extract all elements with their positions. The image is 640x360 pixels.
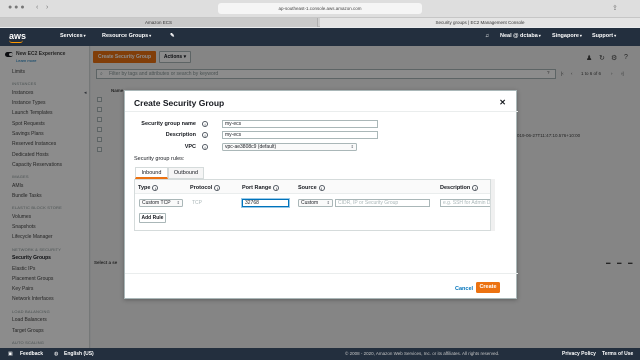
sg-name-label: Security group name [141,121,196,127]
support-menu[interactable]: Support▾ [592,33,616,39]
aws-top-nav: aws Services▾ Resource Groups▾ ✎ ♫ Neal … [0,28,640,46]
column-description-header: Description i [440,184,479,191]
forward-icon[interactable]: › [46,4,48,11]
feedback-link[interactable]: Feedback [20,351,43,357]
aws-smile-icon [9,40,23,43]
info-icon[interactable]: i [202,132,208,138]
select-arrows-icon: ⇕ [350,144,354,149]
info-icon[interactable]: i [318,185,325,191]
add-rule-button[interactable]: Add Rule [139,213,166,223]
region-menu[interactable]: Singapore▾ [552,33,582,39]
create-button[interactable]: Create [476,282,500,293]
bell-icon[interactable]: ♫ [485,33,489,39]
column-protocol-header: Protocol i [190,184,221,191]
tab-amazon-ecs[interactable]: Amazon ECS [0,18,318,27]
source-select[interactable]: Custom ⇕ [298,199,333,207]
description-input[interactable]: my-ecs [222,131,378,139]
sg-name-input[interactable]: my-ecs [222,120,378,128]
rule-protocol-value: TCP [192,200,202,206]
vpc-label: VPC [184,144,196,150]
column-type-header: Type i [138,184,159,191]
window-controls-icon[interactable]: ● ● ● [8,4,25,11]
browser-toolbar: ● ● ● ‹ › ap-southeast-1.console.aws.ama… [0,0,640,18]
info-icon[interactable]: i [202,121,208,127]
copyright-text: © 2008 - 2020, Amazon Web Services, Inc.… [345,351,500,356]
rules-label: Security group rules: [134,156,185,162]
divider [125,111,518,112]
tab-inbound[interactable]: Inbound [135,167,168,179]
dialog-title: Create Security Group [134,98,225,108]
back-icon[interactable]: ‹ [36,4,38,11]
port-range-input[interactable]: 32768 [242,199,289,207]
description-label: Description [165,132,196,138]
vpc-select[interactable]: vpc-ae3808c9 (default) ⇕ [222,143,357,151]
create-security-group-dialog: Create Security Group ✕ Security group n… [124,90,518,299]
column-source-header: Source i [298,184,325,191]
user-menu[interactable]: Neal @ dctaba▾ [500,33,541,39]
browser-tab-strip: Amazon ECS Security groups | EC2 Managem… [0,18,640,27]
resource-groups-menu[interactable]: Resource Groups▾ [102,33,151,39]
select-arrows-icon: ⇕ [326,200,330,205]
share-icon[interactable]: ⇪ [612,4,618,12]
language-selector[interactable]: English (US) [64,351,94,357]
cancel-button[interactable]: Cancel [455,286,473,292]
pin-icon[interactable]: ✎ [170,33,175,39]
globe-icon: ◍ [54,351,59,357]
rules-scrollbar[interactable] [491,179,495,231]
rules-table: Type i Protocol i Port Range i Source i Desc… [134,179,491,231]
rules-table-header: Type i Protocol i Port Range i Source i Desc… [135,180,490,194]
tab-outbound[interactable]: Outbound [168,167,204,179]
column-port-range-header: Port Range i [242,184,280,191]
info-icon[interactable]: i [214,185,221,191]
rule-type-select[interactable]: Custom TCP ⇕ [139,199,183,207]
close-icon[interactable]: ✕ [499,98,506,107]
rule-description-input[interactable]: e.g. SSH for Admin D [440,199,490,207]
info-icon[interactable]: i [472,185,479,191]
footer: ▣ Feedback ◍ English (US) © 2008 - 2020,… [0,348,640,360]
tab-security-groups[interactable]: Security groups | EC2 Management Console [320,18,640,27]
services-menu[interactable]: Services▾ [60,33,86,39]
terms-of-use-link[interactable]: Terms of Use [602,351,633,357]
privacy-policy-link[interactable]: Privacy Policy [562,351,596,357]
source-cidr-input[interactable]: CIDR, IP or Security Group [335,199,430,207]
info-icon[interactable]: i [202,144,208,150]
select-arrows-icon: ⇕ [176,200,180,205]
divider [125,273,518,274]
address-bar[interactable]: ap-southeast-1.console.aws.amazon.com [218,3,422,14]
info-icon[interactable]: i [152,185,159,191]
info-icon[interactable]: i [273,185,280,191]
feedback-icon[interactable]: ▣ [8,351,13,357]
